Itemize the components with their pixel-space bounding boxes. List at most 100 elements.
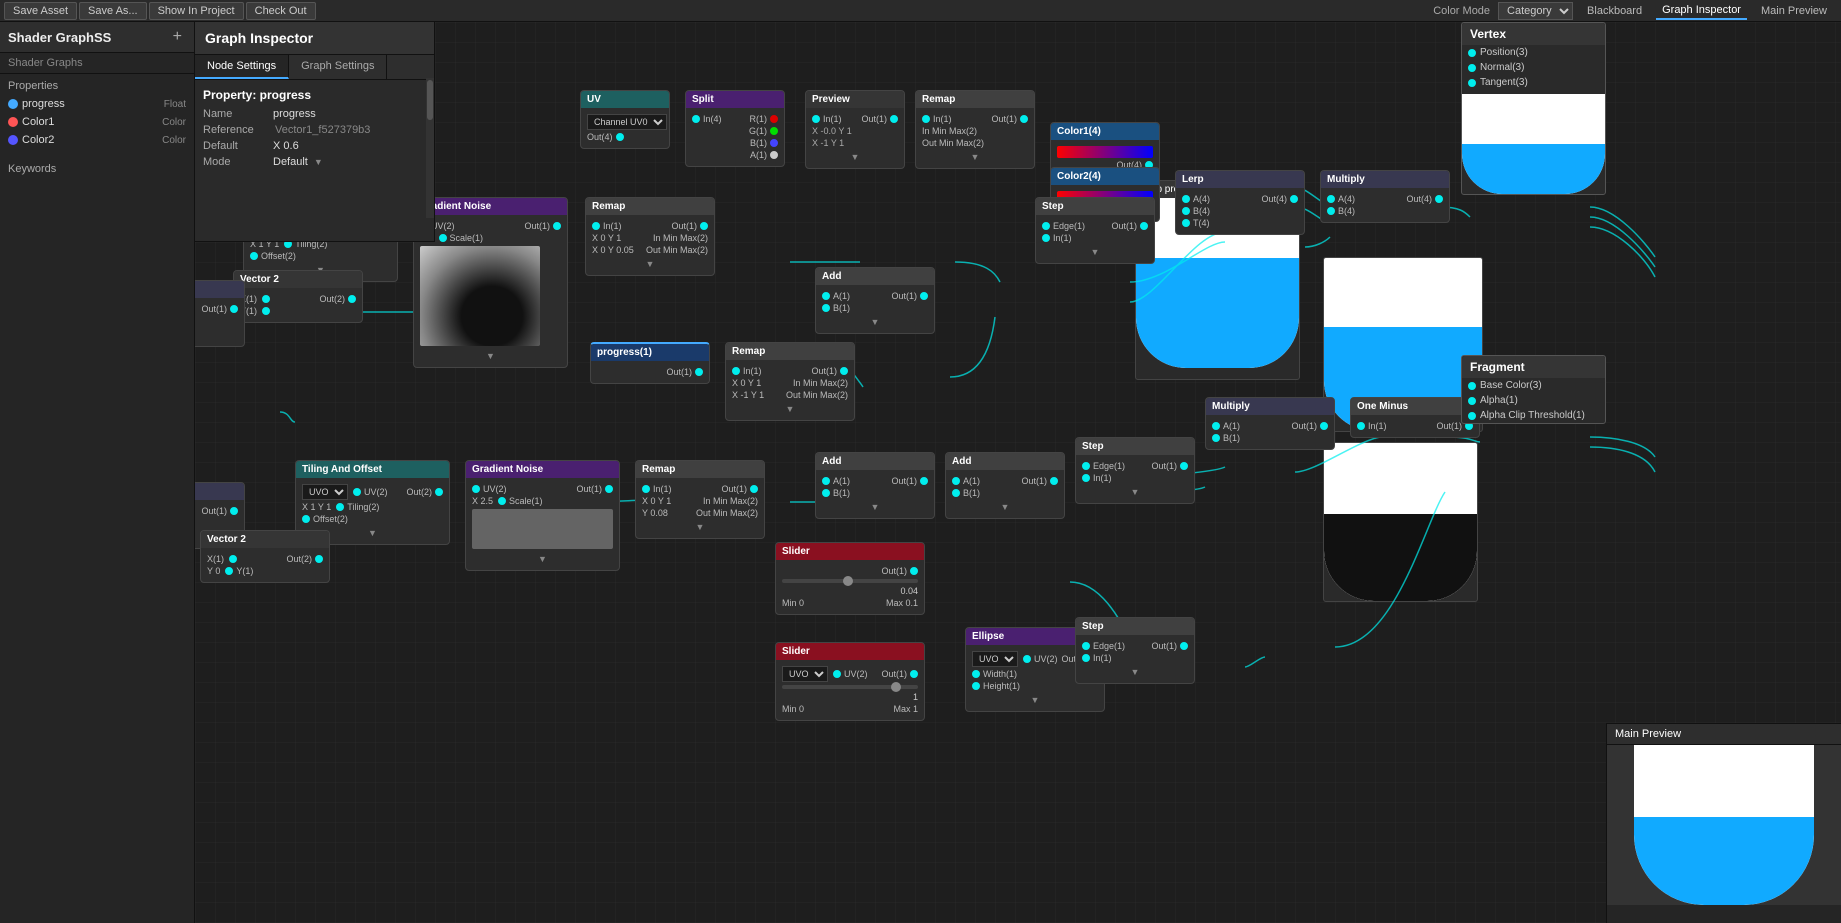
show-in-project-button[interactable]: Show In Project	[149, 2, 244, 20]
property-color2[interactable]: Color2 Color	[0, 131, 194, 149]
vertex-position-port[interactable]	[1468, 49, 1476, 57]
vertex-normal-port[interactable]	[1468, 64, 1476, 72]
remap4-out-port[interactable]	[750, 485, 758, 493]
step1-edge-port[interactable]	[1042, 222, 1050, 230]
node-settings-tab[interactable]: Node Settings	[195, 55, 289, 79]
mult3-out-port[interactable]	[230, 507, 238, 515]
step2-expand[interactable]: ▼	[1082, 485, 1188, 499]
grad2-out-port[interactable]	[605, 485, 613, 493]
add2-node[interactable]: Add A(1) Out(1) B(1) ▼	[815, 452, 935, 519]
step2-out-port[interactable]	[1180, 462, 1188, 470]
tiling2-out-port[interactable]	[435, 488, 443, 496]
step3-expand[interactable]: ▼	[1082, 665, 1188, 679]
remap2-in-port[interactable]	[592, 222, 600, 230]
inspector-scrollbar[interactable]	[426, 78, 434, 218]
lerp-a-port[interactable]	[1182, 195, 1190, 203]
add3-expand[interactable]: ▼	[952, 500, 1058, 514]
graph-settings-tab[interactable]: Graph Settings	[289, 55, 387, 79]
lerp-t-port[interactable]	[1182, 219, 1190, 227]
slider2-out-port[interactable]	[910, 670, 918, 678]
property-color1[interactable]: Color1 Color	[0, 113, 194, 131]
mult2-out-port[interactable]	[230, 305, 238, 313]
vertex-tangent-port[interactable]	[1468, 79, 1476, 87]
split-a-port[interactable]	[770, 151, 778, 159]
v2b-y-port[interactable]	[225, 567, 233, 575]
check-out-button[interactable]: Check Out	[246, 2, 316, 20]
mult-top-out-port[interactable]	[1435, 195, 1443, 203]
remap1-node[interactable]: Remap In(1) Out(1) In Min Max(2) Out Min…	[915, 90, 1035, 169]
multiply4-node[interactable]: Multiply A(1) Out(1) B(1)	[1205, 397, 1335, 450]
tiling1-offset-port[interactable]	[250, 252, 258, 260]
add3-a-port[interactable]	[952, 477, 960, 485]
step1-node[interactable]: Step Edge(1) Out(1) In(1) ▼	[1035, 197, 1155, 264]
remap2-out-port[interactable]	[700, 222, 708, 230]
save-asset-button[interactable]: Save Asset	[4, 2, 77, 20]
v2b-x-port[interactable]	[229, 555, 237, 563]
step3-out-port[interactable]	[1180, 642, 1188, 650]
grad1-expand[interactable]: ▼	[420, 349, 561, 363]
progress-node[interactable]: progress(1) Out(1)	[590, 342, 710, 384]
grad2-uv-port[interactable]	[472, 485, 480, 493]
preview-in1-port[interactable]	[812, 115, 820, 123]
grad2-scale-port[interactable]	[498, 497, 506, 505]
step2-in-port[interactable]	[1082, 474, 1090, 482]
remap4-in-port[interactable]	[642, 485, 650, 493]
add1-b-port[interactable]	[822, 304, 830, 312]
remap4-node[interactable]: Remap In(1) Out(1) X 0 Y 1 In Min Max(2)…	[635, 460, 765, 539]
step3-in-port[interactable]	[1082, 654, 1090, 662]
v2a-y-port[interactable]	[262, 307, 270, 315]
progress-out-port[interactable]	[695, 368, 703, 376]
add1-expand[interactable]: ▼	[822, 315, 928, 329]
add3-b-port[interactable]	[952, 489, 960, 497]
preview-expand[interactable]: ▼	[812, 150, 898, 164]
split-node[interactable]: Split In(4) R(1) G(1) B(1) A(1)	[685, 90, 785, 167]
graph-inspector-tab[interactable]: Graph Inspector	[1656, 2, 1747, 20]
step1-out-port[interactable]	[1140, 222, 1148, 230]
grad2-expand[interactable]: ▼	[472, 552, 613, 566]
oneminus-in-port[interactable]	[1357, 422, 1365, 430]
color-mode-select[interactable]: Category	[1498, 2, 1573, 20]
blackboard-tab[interactable]: Blackboard	[1581, 3, 1648, 19]
tiling2-tiling-port[interactable]	[336, 503, 344, 511]
multiply2-node[interactable]: Multiply A(1) Out(1) X -1.1 B(1) ▼	[195, 280, 245, 347]
split-b-port[interactable]	[770, 139, 778, 147]
remap3-in-port[interactable]	[732, 367, 740, 375]
tiling2-offset-port[interactable]	[302, 515, 310, 523]
add3-out-port[interactable]	[1050, 477, 1058, 485]
main-preview-tab[interactable]: Main Preview	[1755, 3, 1833, 19]
multiply-top-node[interactable]: Multiply A(4) Out(4) B(4)	[1320, 170, 1450, 223]
add2-b-port[interactable]	[822, 489, 830, 497]
add1-out-port[interactable]	[920, 292, 928, 300]
preview-out1-port[interactable]	[890, 115, 898, 123]
vector2a-node[interactable]: Vector 2 X(1) Out(2) Y(1)	[233, 270, 363, 323]
mult-top-a-port[interactable]	[1327, 195, 1335, 203]
add3-node[interactable]: Add A(1) Out(1) B(1) ▼	[945, 452, 1065, 519]
lerp-node[interactable]: Lerp A(4) Out(4) B(4) T(4)	[1175, 170, 1305, 235]
tiling2-uv-select[interactable]: UVO	[302, 484, 348, 500]
add-property-button[interactable]: +	[169, 28, 186, 46]
step2-edge-port[interactable]	[1082, 462, 1090, 470]
remap3-node[interactable]: Remap In(1) Out(1) X 0 Y 1 In Min Max(2)…	[725, 342, 855, 421]
mult-top-b-port[interactable]	[1327, 207, 1335, 215]
vector2b-node[interactable]: Vector 2 X(1) Out(2) Y 0 Y(1)	[200, 530, 330, 583]
ellipse-width-port[interactable]	[972, 670, 980, 678]
split-r-port[interactable]	[770, 115, 778, 123]
ellipse-expand[interactable]: ▼	[972, 693, 1098, 707]
grad1-scale-port[interactable]	[439, 234, 447, 242]
remap1-expand[interactable]: ▼	[922, 150, 1028, 164]
slider1-track[interactable]	[782, 579, 918, 583]
add2-out-port[interactable]	[920, 477, 928, 485]
property-progress[interactable]: progress Float	[0, 95, 194, 113]
add2-expand[interactable]: ▼	[822, 500, 928, 514]
tiling2-uv-port[interactable]	[353, 488, 361, 496]
slider1-out-port[interactable]	[910, 567, 918, 575]
remap1-in-port[interactable]	[922, 115, 930, 123]
remap1-out-port[interactable]	[1020, 115, 1028, 123]
split-in-port[interactable]	[692, 115, 700, 123]
ellipse-height-port[interactable]	[972, 682, 980, 690]
v2b-out-port[interactable]	[315, 555, 323, 563]
slider2-track[interactable]	[782, 685, 918, 689]
save-as-button[interactable]: Save As...	[79, 2, 147, 20]
uv-node[interactable]: UV Channel UV0 Out(4)	[580, 90, 670, 149]
add1-a-port[interactable]	[822, 292, 830, 300]
